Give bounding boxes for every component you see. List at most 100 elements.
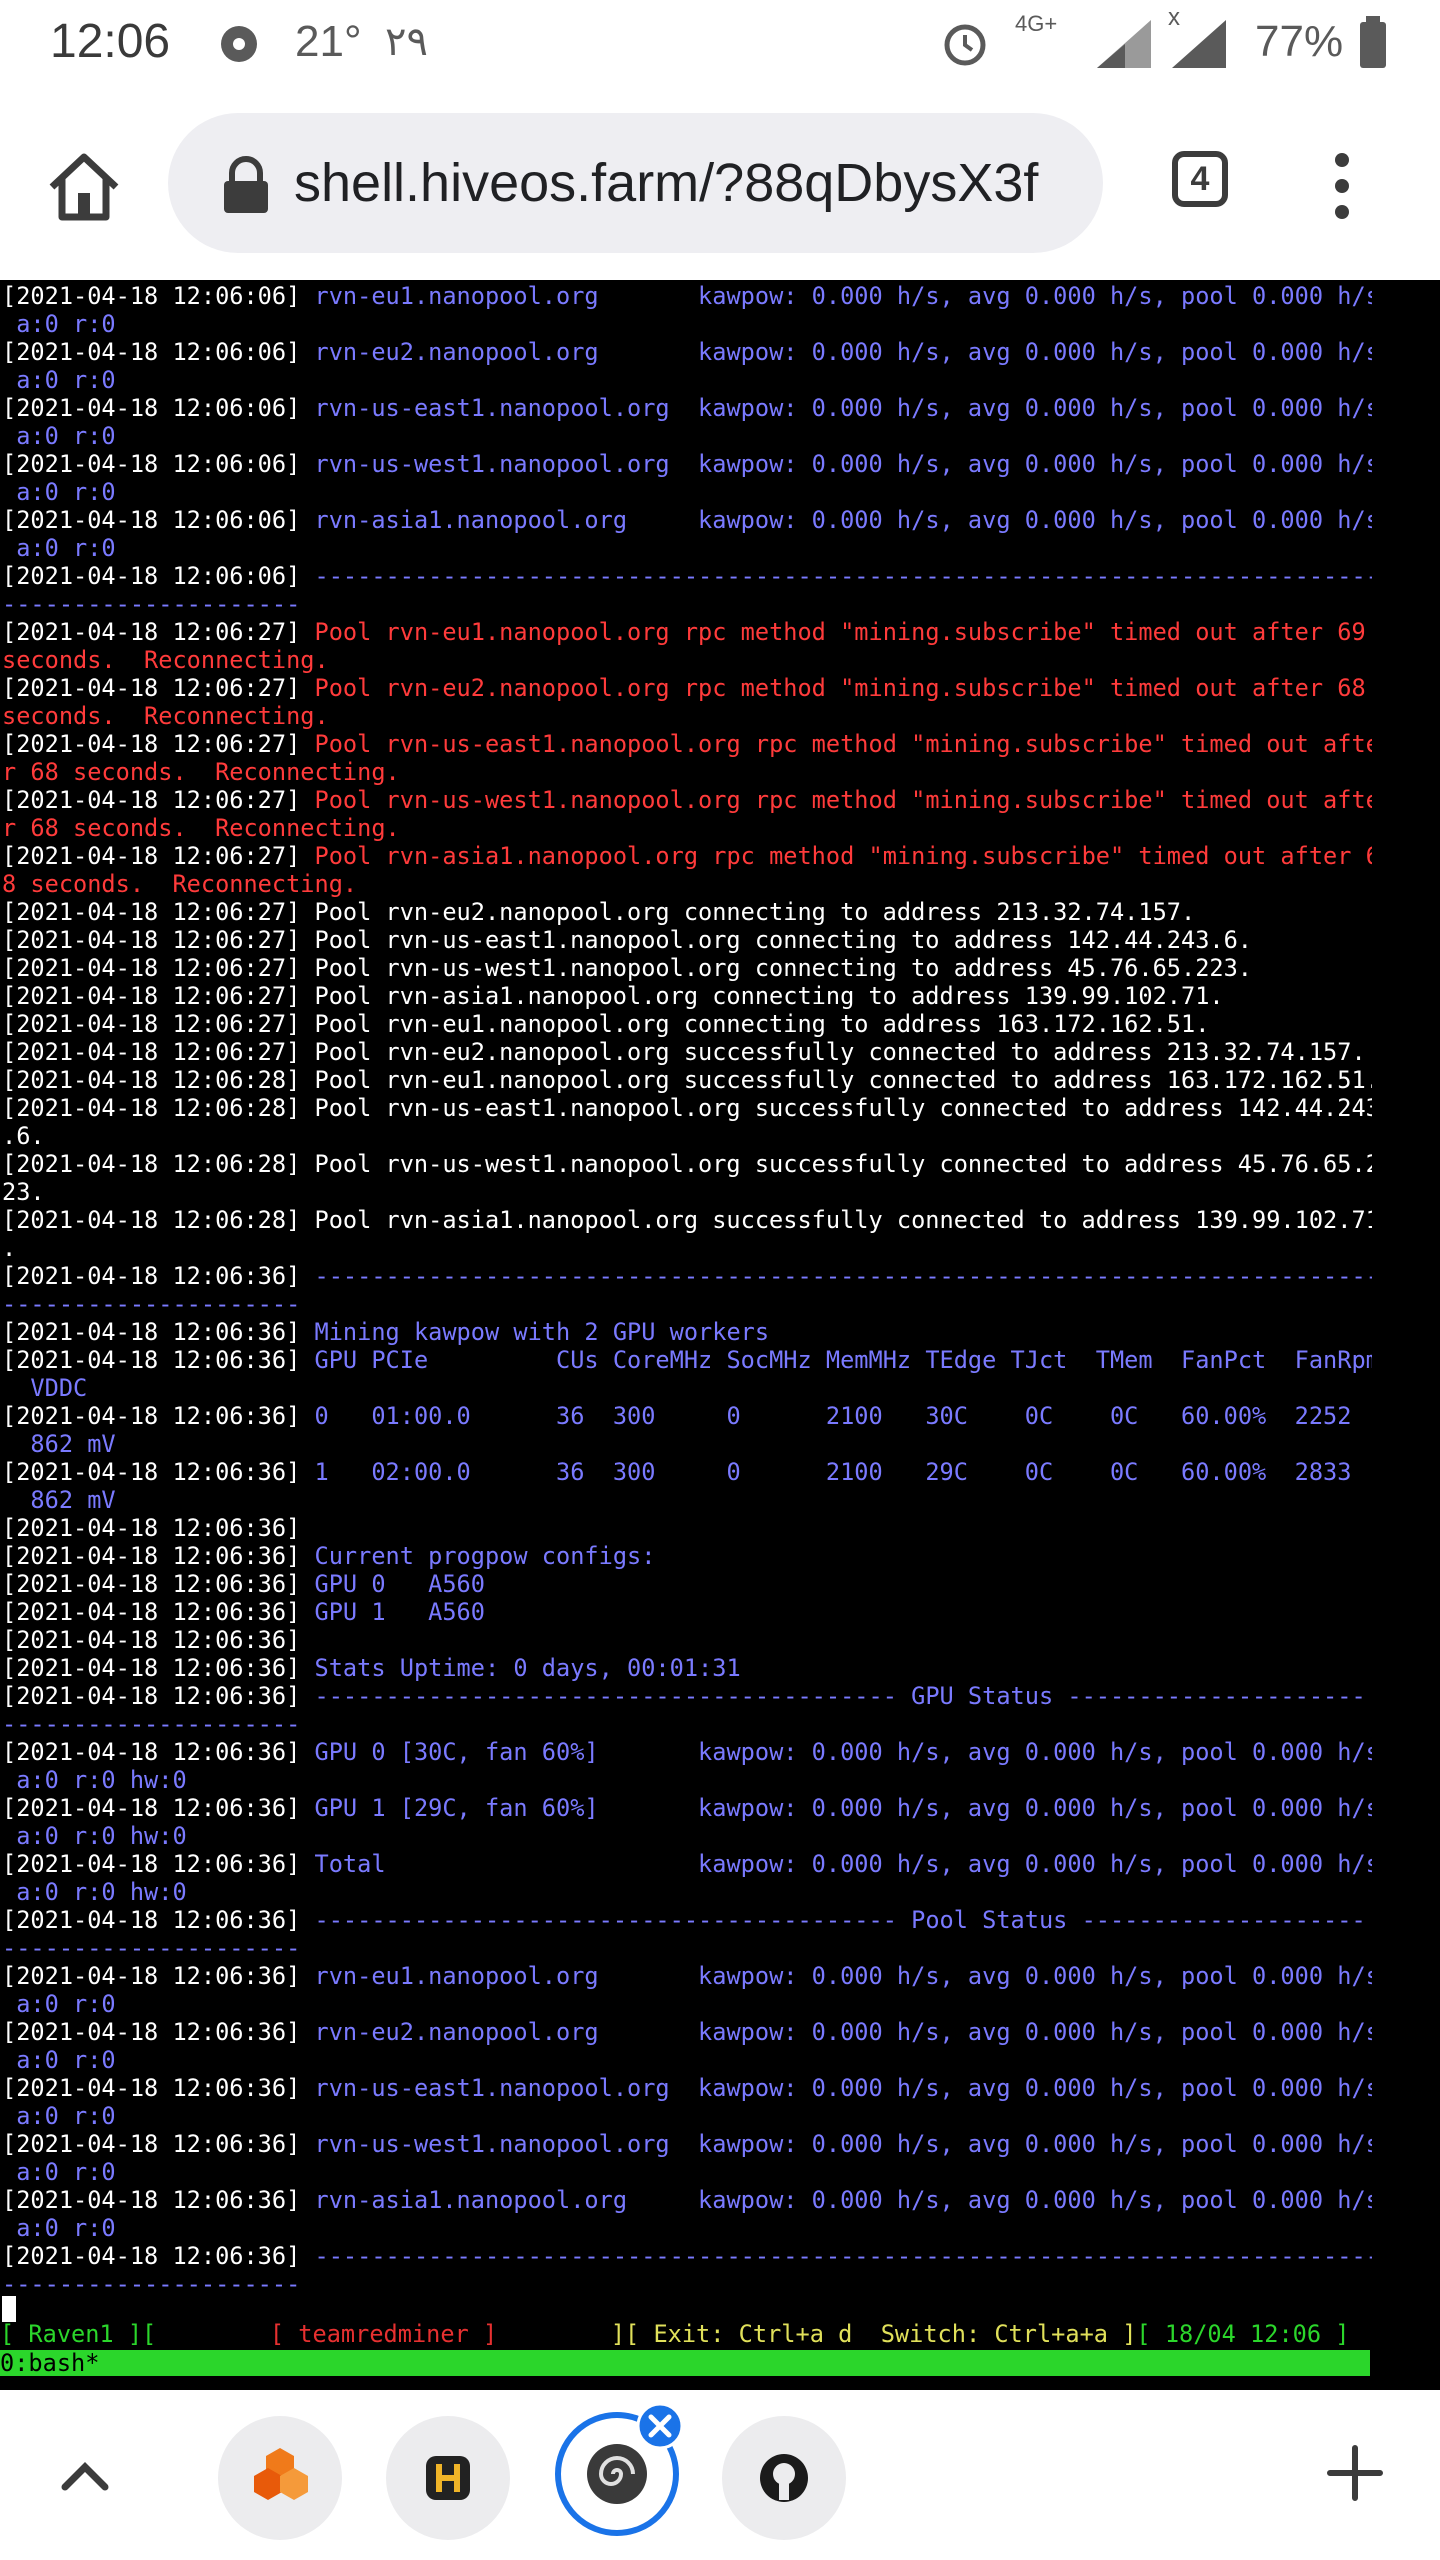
battery-icon	[1360, 16, 1386, 68]
terminal-line: [2021-04-18 12:06:36]	[2, 1514, 1372, 1542]
terminal-text-segment: .	[2, 1234, 17, 1262]
notification-disc-icon	[221, 26, 257, 62]
chevron-up-icon[interactable]	[50, 2442, 120, 2512]
terminal-line: [2021-04-18 12:06:27] Pool rvn-eu2.nanop…	[2, 674, 1372, 702]
terminal-text-segment: [2021-04-18 12:06:27] Pool rvn-us-east1.…	[2, 926, 1253, 954]
terminal-line: a:0 r:0	[2, 478, 1372, 506]
orange-hex-tab-icon	[254, 2448, 308, 2500]
terminal-text-segment: rvn-us-east1.nanopool.org kawpow: 0.000 …	[314, 394, 1372, 422]
terminal-text-segment: [2021-04-18 12:06:36]	[2, 1626, 301, 1654]
close-tab-icon[interactable]	[636, 2402, 684, 2450]
terminal-text-segment: GPU 0 A560	[314, 1570, 485, 1598]
terminal-line: [2021-04-18 12:06:36] GPU 1 A560	[2, 1598, 1372, 1626]
terminal-text-segment: rvn-eu1.nanopool.org kawpow: 0.000 h/s, …	[314, 1962, 1372, 1990]
tab-thumbnail-4[interactable]	[722, 2416, 846, 2540]
terminal-text-segment: [2021-04-18 12:06:36]	[2, 1514, 301, 1542]
terminal-text-segment: [2021-04-18 12:06:06]	[2, 338, 315, 366]
terminal-text-segment: a:0 r:0	[2, 1990, 116, 2018]
terminal-line: a:0 r:0	[2, 1990, 1372, 2018]
terminal-text-segment: ---------------------	[2, 1710, 301, 1738]
terminal-text-segment: [2021-04-18 12:06:06]	[2, 506, 315, 534]
terminal-line: [2021-04-18 12:06:36] ------------------…	[2, 1262, 1372, 1290]
terminal-text-segment: GPU 1 [29C, fan 60%] kawpow: 0.000 h/s, …	[314, 1794, 1372, 1822]
url-text[interactable]: shell.hiveos.farm/?88qDbysX3f	[294, 141, 1038, 225]
terminal-line: [2021-04-18 12:06:27] Pool rvn-asia1.nan…	[2, 842, 1372, 870]
terminal-line: [2021-04-18 12:06:06] rvn-asia1.nanopool…	[2, 506, 1372, 534]
terminal-line: [2021-04-18 12:06:27] Pool rvn-eu1.nanop…	[2, 618, 1372, 646]
plus-icon[interactable]	[1320, 2438, 1390, 2508]
screen-host: [ Raven1 ][	[0, 2320, 157, 2348]
terminal-line: a:0 r:0 hw:0	[2, 1822, 1372, 1850]
terminal-text-segment: .6.	[2, 1122, 45, 1150]
terminal-text-segment: rvn-eu1.nanopool.org kawpow: 0.000 h/s, …	[314, 282, 1372, 310]
terminal-text-segment: [2021-04-18 12:06:36]	[2, 1542, 315, 1570]
terminal-line: [2021-04-18 12:06:27] Pool rvn-eu2.nanop…	[2, 898, 1372, 926]
tab-thumbnail-2[interactable]	[386, 2416, 510, 2540]
local-date: ۲۹	[385, 20, 428, 64]
terminal-line: [2021-04-18 12:06:27] Pool rvn-us-west1.…	[2, 954, 1372, 982]
terminal-line: [2021-04-18 12:06:36] rvn-eu1.nanopool.o…	[2, 1962, 1372, 1990]
terminal-text-segment: VDDC	[2, 1374, 88, 1402]
terminal-text-segment: ---------------------	[2, 1934, 301, 1962]
terminal-text-segment: Stats Uptime: 0 days, 00:01:31	[314, 1654, 741, 1682]
terminal-line: [2021-04-18 12:06:36] 1 02:00.0 36 300 0…	[2, 1458, 1372, 1486]
terminal-line: a:0 r:0 hw:0	[2, 1766, 1372, 1794]
terminal-line: [2021-04-18 12:06:27] Pool rvn-us-west1.…	[2, 786, 1372, 814]
terminal-text-segment: 23.	[2, 1178, 45, 1206]
terminal-line: [2021-04-18 12:06:06] rvn-eu2.nanopool.o…	[2, 338, 1372, 366]
terminal-text-segment: 1 02:00.0 36 300 0 2100 29C 0C 0C 60.00%…	[314, 1458, 1352, 1486]
terminal-line: [2021-04-18 12:06:27] Pool rvn-asia1.nan…	[2, 982, 1372, 1010]
terminal-text-segment: [2021-04-18 12:06:36]	[2, 2074, 315, 2102]
terminal-line: [2021-04-18 12:06:36] GPU 1 [29C, fan 60…	[2, 1794, 1372, 1822]
terminal-line: [2021-04-18 12:06:36] Total kawpow: 0.00…	[2, 1850, 1372, 1878]
terminal-line: [2021-04-18 12:06:36]	[2, 1626, 1372, 1654]
terminal-line: [2021-04-18 12:06:36] GPU 0 [30C, fan 60…	[2, 1738, 1372, 1766]
terminal-line: [2021-04-18 12:06:36] Mining kawpow with…	[2, 1318, 1372, 1346]
terminal-text-segment: [2021-04-18 12:06:36]	[2, 2186, 315, 2214]
tab-switcher-button[interactable]: 4	[1172, 151, 1228, 207]
terminal-line: [2021-04-18 12:06:28] Pool rvn-eu1.nanop…	[2, 1066, 1372, 1094]
terminal-text-segment: [2021-04-18 12:06:27]	[2, 842, 315, 870]
terminal-line: a:0 r:0	[2, 310, 1372, 338]
terminal-text-segment: [2021-04-18 12:06:36]	[2, 1598, 315, 1626]
terminal-text-segment: [2021-04-18 12:06:28] Pool rvn-us-east1.…	[2, 1094, 1372, 1122]
terminal-text-segment: [2021-04-18 12:06:36]	[2, 1906, 315, 1934]
terminal-text-segment: [2021-04-18 12:06:36]	[2, 1346, 315, 1374]
terminal-text-segment: a:0 r:0	[2, 2046, 116, 2074]
terminal-cursor	[2, 2296, 16, 2322]
address-bar[interactable]: shell.hiveos.farm/?88qDbysX3f	[168, 113, 1103, 253]
terminal-text-segment: [2021-04-18 12:06:36]	[2, 1262, 315, 1290]
screen-window-list[interactable]: 0:bash*	[0, 2350, 1370, 2376]
terminal-line: [2021-04-18 12:06:36] rvn-us-east1.nanop…	[2, 2074, 1372, 2102]
signal-2-icon	[1172, 20, 1226, 68]
terminal-line: seconds. Reconnecting.	[2, 702, 1372, 730]
terminal-text-segment: rvn-asia1.nanopool.org kawpow: 0.000 h/s…	[314, 2186, 1372, 2214]
terminal-text-segment: rvn-eu2.nanopool.org kawpow: 0.000 h/s, …	[314, 338, 1372, 366]
terminal-line: 23.	[2, 1178, 1372, 1206]
terminal-text-segment: [2021-04-18 12:06:36]	[2, 1402, 315, 1430]
terminal-line: seconds. Reconnecting.	[2, 646, 1372, 674]
terminal-text-segment: Mining kawpow with 2 GPU workers	[314, 1318, 770, 1346]
home-icon[interactable]	[44, 147, 124, 227]
terminal-text-segment: a:0 r:0	[2, 422, 116, 450]
terminal-text-segment: Total kawpow: 0.000 h/s, avg 0.000 h/s, …	[314, 1850, 1372, 1878]
terminal-text-segment: [2021-04-18 12:06:36]	[2, 1738, 315, 1766]
terminal-line: [2021-04-18 12:06:36] ------------------…	[2, 1906, 1372, 1934]
terminal-text-segment: [2021-04-18 12:06:36]	[2, 2018, 315, 2046]
browser-toolbar: shell.hiveos.farm/?88qDbysX3f 4	[0, 85, 1440, 280]
terminal-line: [2021-04-18 12:06:28] Pool rvn-us-west1.…	[2, 1150, 1372, 1178]
terminal-screen[interactable]: [2021-04-18 12:06:06] rvn-eu1.nanopool.o…	[0, 280, 1440, 2390]
terminal-text-segment: rvn-us-west1.nanopool.org kawpow: 0.000 …	[314, 2130, 1372, 2158]
terminal-line: ---------------------	[2, 1290, 1372, 1318]
terminal-line: 8 seconds. Reconnecting.	[2, 870, 1372, 898]
terminal-line: [2021-04-18 12:06:36] GPU 0 A560	[2, 1570, 1372, 1598]
terminal-line: [2021-04-18 12:06:27] Pool rvn-us-east1.…	[2, 730, 1372, 758]
alarm-icon	[944, 24, 986, 66]
screen-help: ][ Exit: Ctrl+a d Switch: Ctrl+a+a ]	[610, 2320, 1137, 2348]
overflow-menu-icon[interactable]	[1322, 147, 1362, 227]
terminal-text-segment: a:0 r:0	[2, 2158, 116, 2186]
terminal-line: [2021-04-18 12:06:36] GPU PCIe CUs CoreM…	[2, 1346, 1372, 1374]
tab-thumbnail-1[interactable]	[218, 2416, 342, 2540]
terminal-text-segment: 862 mV	[2, 1486, 116, 1514]
terminal-text-segment: [2021-04-18 12:06:36]	[2, 2130, 315, 2158]
